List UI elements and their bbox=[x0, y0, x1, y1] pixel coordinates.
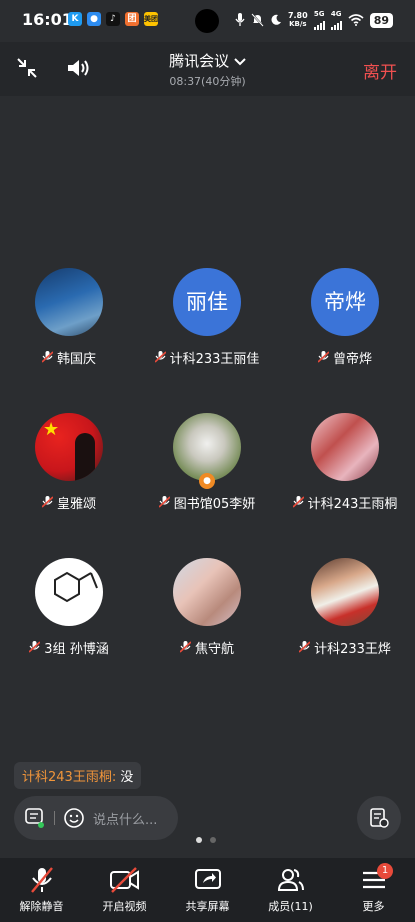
signal-4g: 4G bbox=[330, 10, 342, 30]
flag-star-icon: ★ bbox=[43, 419, 60, 440]
mic-muted-icon bbox=[158, 496, 170, 508]
toolbar-label: 更多 bbox=[362, 900, 385, 913]
toolbar-label: 成员(11) bbox=[268, 900, 313, 913]
signal-bars-icon bbox=[313, 18, 325, 30]
avatar bbox=[173, 413, 241, 481]
speed-unit: KB/s bbox=[289, 20, 307, 28]
mic-muted-icon bbox=[154, 351, 166, 363]
k-app-icon: K bbox=[68, 12, 82, 26]
participant-name: 3组 孙博涵 bbox=[44, 642, 109, 657]
mic-muted-icon bbox=[30, 867, 53, 893]
chat-input[interactable]: 说点什么... bbox=[14, 796, 178, 840]
participant-tile[interactable]: 3组 孙博涵 bbox=[0, 558, 138, 657]
chat-placeholder: 说点什么... bbox=[93, 812, 158, 828]
chat-app-icon: ● bbox=[87, 12, 101, 26]
participant-name: 曾帝烨 bbox=[332, 352, 372, 367]
chat-text: 没 bbox=[116, 770, 134, 785]
signal-bars-icon bbox=[330, 18, 342, 30]
meituan-icon: 美团 bbox=[144, 12, 158, 26]
chat-sender: 计科243王雨桐: bbox=[22, 770, 117, 785]
more-button[interactable]: 1 更多 bbox=[332, 863, 415, 914]
participant-name: 韩国庆 bbox=[56, 352, 96, 367]
participant-tile[interactable]: 韩国庆 bbox=[0, 268, 138, 367]
avatar bbox=[311, 413, 379, 481]
share-screen-button[interactable]: 共享屏幕 bbox=[166, 866, 249, 914]
participant-tile[interactable]: 帝烨 曾帝烨 bbox=[276, 268, 414, 367]
avatar bbox=[35, 268, 103, 336]
chat-list-icon[interactable] bbox=[24, 807, 46, 829]
unmute-button[interactable]: 解除静音 bbox=[0, 866, 83, 914]
leave-button[interactable]: 离开 bbox=[363, 58, 397, 83]
emoji-icon[interactable] bbox=[63, 807, 85, 829]
participant-tile[interactable]: 计科243王雨桐 bbox=[276, 413, 414, 512]
participant-tile[interactable]: 丽佳 计科233王丽佳 bbox=[138, 268, 276, 367]
avatar: 帝烨 bbox=[311, 268, 379, 336]
meeting-title[interactable]: 腾讯会议 bbox=[0, 50, 415, 71]
document-edit-icon bbox=[370, 808, 389, 828]
mic-muted-icon bbox=[41, 496, 53, 508]
bottom-toolbar: 解除静音 开启视频 共享屏幕 成员(11) 1 更多 bbox=[0, 858, 415, 922]
avatar: ★ bbox=[35, 413, 103, 481]
network-speed: 7.80 KB/s bbox=[288, 11, 308, 29]
notification-badge: 1 bbox=[377, 863, 393, 879]
moon-icon bbox=[271, 14, 281, 25]
page-dot bbox=[210, 837, 216, 843]
bell-muted-icon bbox=[251, 13, 264, 27]
chevron-down-icon bbox=[234, 57, 246, 65]
mic-muted-icon bbox=[179, 641, 191, 653]
participant-name: 计科233王烨 bbox=[314, 642, 391, 657]
status-bar: 16:01 K ● ♪ 团 美团 7.80 KB/s 5G 4G 89 bbox=[0, 0, 415, 42]
participant-tile[interactable]: ★ 皇雅颂 bbox=[0, 413, 138, 512]
members-button[interactable]: 成员(11) bbox=[249, 866, 332, 914]
page-indicator bbox=[196, 837, 216, 843]
toolbar-label: 解除静音 bbox=[19, 900, 64, 913]
tiktok-icon: ♪ bbox=[106, 12, 120, 26]
speed-value: 7.80 bbox=[287, 11, 308, 20]
mic-muted-icon bbox=[41, 351, 53, 363]
meeting-duration: 08:37(40分钟) bbox=[169, 75, 246, 88]
participant-name: 计科243王雨桐 bbox=[307, 497, 398, 512]
page-dot-active bbox=[196, 837, 202, 843]
signal-5g: 5G bbox=[313, 10, 325, 30]
shop-app-icon: 团 bbox=[125, 12, 139, 26]
avatar bbox=[173, 558, 241, 626]
clock: 16:01 bbox=[22, 10, 73, 29]
notes-button[interactable] bbox=[357, 796, 401, 840]
wifi-icon bbox=[348, 14, 364, 26]
mic-muted-icon bbox=[29, 641, 41, 653]
net-4g-label: 4G bbox=[330, 10, 342, 18]
start-video-button[interactable]: 开启视频 bbox=[83, 866, 166, 914]
silhouette bbox=[75, 433, 95, 481]
host-badge-icon: ● bbox=[199, 473, 215, 489]
system-indicators: 7.80 KB/s 5G 4G 89 bbox=[235, 10, 393, 30]
share-screen-icon bbox=[194, 869, 221, 889]
mic-muted-icon bbox=[299, 641, 311, 653]
notification-icons: K ● ♪ 团 美团 bbox=[68, 12, 158, 26]
participant-name: 焦守航 bbox=[194, 642, 234, 657]
toolbar-label: 共享屏幕 bbox=[185, 900, 230, 913]
battery-indicator: 89 bbox=[369, 12, 393, 28]
divider bbox=[54, 811, 55, 825]
mic-muted-icon bbox=[317, 351, 329, 363]
meeting-header: 腾讯会议 08:37(40分钟) 离开 bbox=[0, 42, 415, 96]
participant-tile[interactable]: ● 图书馆05李妍 bbox=[138, 413, 276, 512]
video-off-icon bbox=[109, 867, 139, 893]
participant-name: 皇雅颂 bbox=[56, 497, 96, 512]
meeting-title-text: 腾讯会议 bbox=[169, 52, 230, 70]
net-5g-label: 5G bbox=[313, 10, 325, 18]
participant-name: 计科233王丽佳 bbox=[169, 352, 260, 367]
participant-name: 图书馆05李妍 bbox=[173, 497, 256, 512]
toolbar-label: 开启视频 bbox=[102, 900, 147, 913]
camera-cutout bbox=[195, 9, 219, 33]
mic-muted-icon bbox=[292, 496, 304, 508]
avatar bbox=[311, 558, 379, 626]
participant-tile[interactable]: 焦守航 bbox=[138, 558, 276, 657]
chat-message[interactable]: 计科243王雨桐: 没 bbox=[14, 762, 142, 789]
avatar: 丽佳 bbox=[173, 268, 241, 336]
avatar bbox=[35, 558, 103, 626]
chemical-structure-image bbox=[54, 571, 98, 603]
members-icon bbox=[277, 869, 304, 891]
microphone-icon bbox=[235, 13, 245, 26]
participant-tile[interactable]: 计科233王烨 bbox=[276, 558, 414, 657]
